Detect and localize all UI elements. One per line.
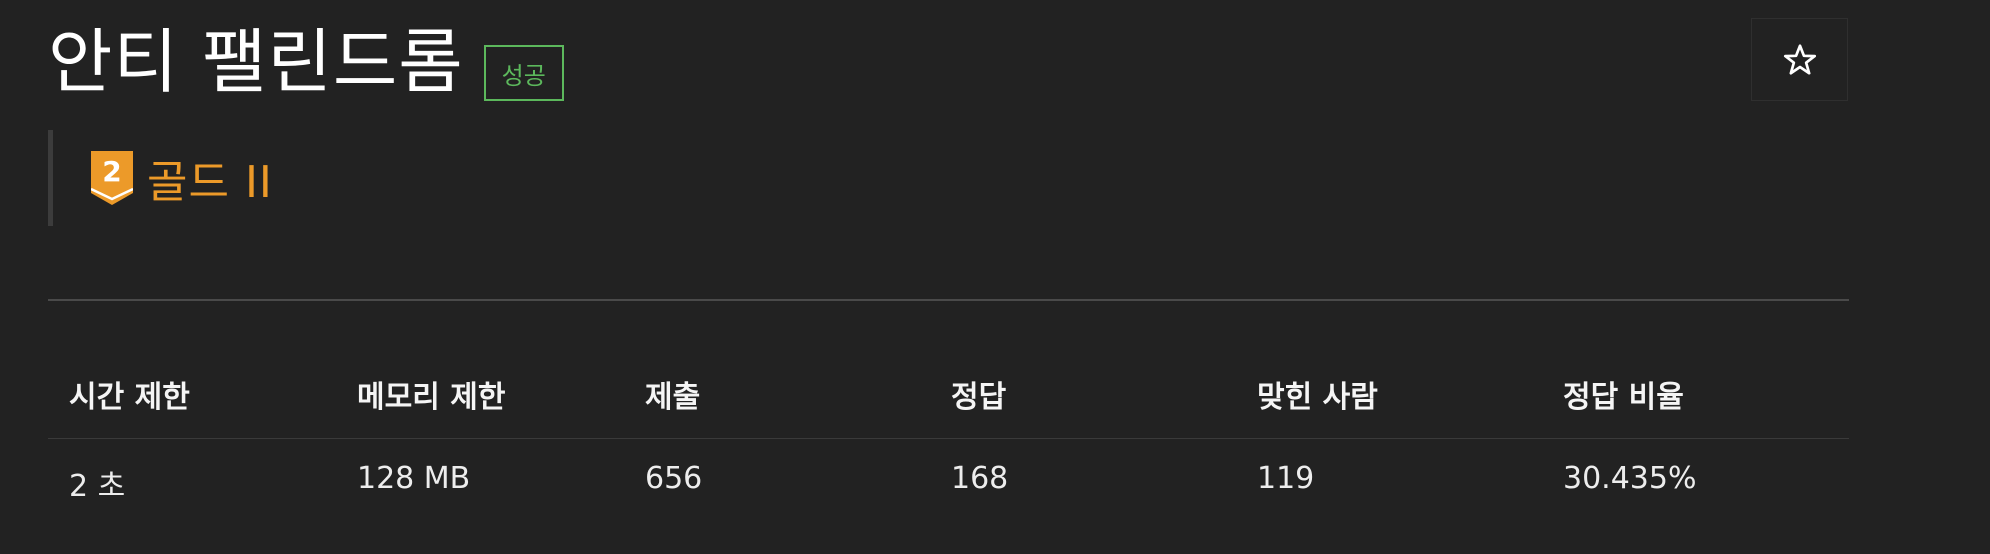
problem-page: 안티 팰린드롬 성공 2 골드 II 시간 제한 메모리 제한 제출 정답 맞힌… <box>0 0 1990 554</box>
header-memory-limit: 메모리 제한 <box>357 380 506 415</box>
tier-badge-icon: 2 <box>91 151 133 205</box>
problem-info-table: 시간 제한 메모리 제한 제출 정답 맞힌 사람 정답 비율 2 초 128 M… <box>48 342 1849 529</box>
table-row: 2 초 128 MB 656 168 119 30.435% <box>48 439 1849 529</box>
value-memory-limit: 128 MB <box>357 461 471 496</box>
tier-label: 골드 II <box>147 157 273 208</box>
header-accept-ratio: 정답 비율 <box>1563 380 1684 415</box>
header-time-limit: 시간 제한 <box>69 380 190 415</box>
status-badge: 성공 <box>483 45 564 101</box>
header-solved-users: 맞힌 사람 <box>1257 380 1378 415</box>
divider <box>48 299 1849 301</box>
problem-title: 안티 팰린드롬 <box>48 21 464 103</box>
header-submissions: 제출 <box>645 380 701 415</box>
value-solved-users[interactable]: 119 <box>1257 439 1314 529</box>
header-accepted: 정답 <box>951 380 1007 415</box>
tier-indicator[interactable]: 2 골드 II <box>48 130 273 226</box>
value-accept-ratio: 30.435% <box>1563 461 1697 496</box>
favorite-button[interactable] <box>1751 18 1848 101</box>
value-time-limit: 2 초 <box>69 469 126 504</box>
value-accepted[interactable]: 168 <box>951 439 1008 529</box>
value-submissions[interactable]: 656 <box>645 439 702 529</box>
problem-header: 안티 팰린드롬 성공 <box>48 20 564 104</box>
tier-number: 2 <box>102 155 121 188</box>
star-outline-icon <box>1783 43 1816 75</box>
table-header-row: 시간 제한 메모리 제한 제출 정답 맞힌 사람 정답 비율 <box>48 342 1849 439</box>
